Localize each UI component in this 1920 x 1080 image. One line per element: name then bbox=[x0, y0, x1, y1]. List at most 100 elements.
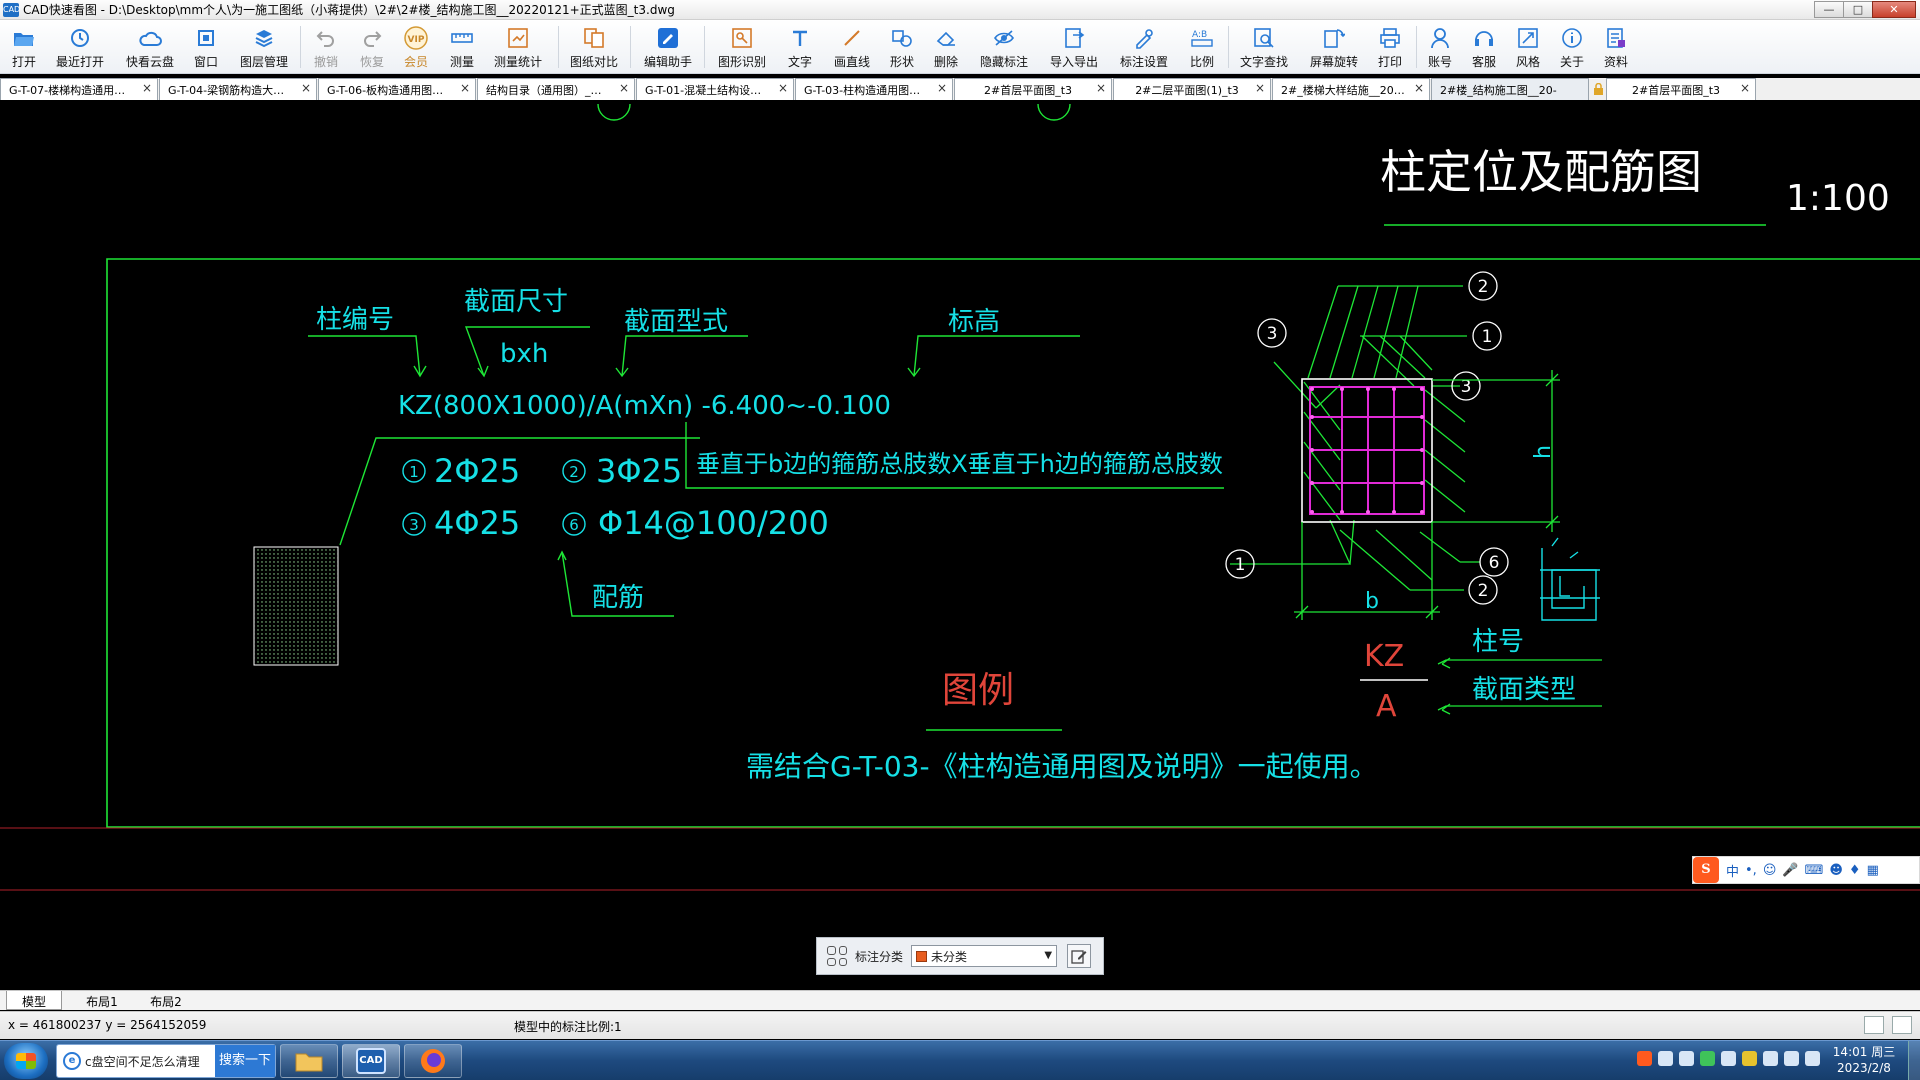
toolbar-edit-assistant-button[interactable]: 编辑助手 bbox=[640, 22, 696, 72]
tray-app-icon[interactable] bbox=[1763, 1051, 1778, 1066]
status-bar: x = 461800237 y = 2564152059 模型中的标注比例:1 bbox=[0, 1011, 1920, 1039]
edit-annotation-button[interactable] bbox=[1067, 944, 1092, 968]
toolbar-vip-button[interactable]: VIP 会员 bbox=[400, 22, 432, 72]
taskbar-firefox-button[interactable] bbox=[404, 1044, 462, 1078]
tray-network-icon[interactable] bbox=[1679, 1051, 1694, 1066]
document-tab[interactable]: 2#首层平面图_t3 × bbox=[1606, 78, 1756, 100]
grid-menu-icon[interactable] bbox=[827, 946, 847, 966]
svg-text:3: 3 bbox=[409, 516, 419, 534]
taskbar-clock[interactable]: 14:01 周三 2023/2/8 bbox=[1824, 1044, 1904, 1076]
tray-volume-icon[interactable] bbox=[1805, 1051, 1820, 1066]
ime-user-icon[interactable]: ☻ bbox=[1829, 863, 1843, 878]
toolbar-open-button[interactable]: 打开 bbox=[4, 22, 44, 72]
tray-cloud-icon[interactable] bbox=[1721, 1051, 1736, 1066]
toolbar-import-export-button[interactable]: 导入导出 bbox=[1046, 22, 1102, 72]
toolbar-shape-button[interactable]: 形状 bbox=[886, 22, 918, 72]
toolbar-compare-button[interactable]: 图纸对比 bbox=[566, 22, 622, 72]
maximize-button[interactable]: □ bbox=[1843, 1, 1873, 18]
toolbar-undo-button[interactable]: 撤销 bbox=[310, 22, 342, 72]
toolbar-cloud-button[interactable]: 快看云盘 bbox=[122, 22, 178, 72]
model-scale-text: 模型中的标注比例:1 bbox=[514, 1020, 622, 1034]
drawing-canvas[interactable]: 柱定位及配筋图 1:100 柱编号 截面尺寸 bxh 截面型式 标高 KZ(80… bbox=[0, 100, 1920, 990]
close-button[interactable]: ✕ bbox=[1872, 1, 1916, 18]
tab-close-icon[interactable]: × bbox=[460, 81, 470, 95]
toolbar-text-button[interactable]: 文字 bbox=[784, 22, 816, 72]
toolbar-account-button[interactable]: 账号 bbox=[1424, 22, 1456, 72]
tray-flag-icon[interactable] bbox=[1784, 1051, 1799, 1066]
taskbar-explorer-button[interactable] bbox=[280, 1044, 338, 1078]
document-tab[interactable]: G-T-06-板构造通用图… × bbox=[318, 78, 476, 100]
toolbar-line-button[interactable]: 画直线 bbox=[830, 22, 874, 72]
svg-text:2: 2 bbox=[569, 463, 579, 481]
toolbar-hide-annotation-button[interactable]: 隐藏标注 bbox=[976, 22, 1032, 72]
ime-punctuation-icon[interactable]: •, bbox=[1745, 863, 1757, 878]
toolbar-print-button[interactable]: 打印 bbox=[1374, 22, 1406, 72]
toolbar-layers-button[interactable]: 图层管理 bbox=[236, 22, 292, 72]
toolbar-window-button[interactable]: 窗口 bbox=[190, 22, 222, 72]
browser-search-box[interactable]: e c盘空间不足怎么清理 搜索一下 bbox=[56, 1044, 276, 1078]
document-tab[interactable]: 2#_楼梯大样结施__20… × bbox=[1272, 78, 1430, 100]
tab-close-icon[interactable]: × bbox=[301, 81, 311, 95]
tab-close-icon[interactable]: × bbox=[1255, 81, 1265, 95]
toolbar-documents-button[interactable]: 资料 bbox=[1600, 22, 1632, 72]
tab-close-icon[interactable]: × bbox=[142, 81, 152, 95]
ime-skin-icon[interactable]: ♦ bbox=[1849, 863, 1861, 878]
show-desktop-button[interactable] bbox=[1908, 1041, 1920, 1080]
tab-close-icon[interactable]: × bbox=[619, 81, 629, 95]
ime-emoji-icon[interactable]: ☺ bbox=[1763, 863, 1777, 878]
status-toggle-button[interactable] bbox=[1864, 1016, 1884, 1034]
layout-tab-1[interactable]: 布局1 bbox=[76, 991, 128, 1010]
tab-close-icon[interactable]: × bbox=[937, 81, 947, 95]
minimize-button[interactable]: — bbox=[1814, 1, 1844, 18]
toolbar-about-button[interactable]: 关于 bbox=[1556, 22, 1588, 72]
ime-grid-icon[interactable]: ▦ bbox=[1867, 863, 1879, 878]
tray-help-icon[interactable] bbox=[1658, 1051, 1673, 1066]
ime-keyboard-icon[interactable]: ⌨ bbox=[1805, 863, 1824, 878]
label-column-number: 柱编号 bbox=[316, 305, 394, 335]
tray-wechat-icon[interactable] bbox=[1700, 1051, 1715, 1066]
document-tab[interactable]: G-T-01-混凝土结构设… × bbox=[636, 78, 794, 100]
document-tab-active[interactable]: 2#楼_结构施工图__20- bbox=[1431, 78, 1589, 100]
title-bar: CAD CAD快速看图 - D:\Desktop\mm个人\为一施工图纸（小蒋提… bbox=[0, 0, 1920, 20]
annotation-category-select[interactable]: 未分类 ▼ bbox=[911, 945, 1058, 967]
dim-b-label: b bbox=[1365, 589, 1379, 614]
text-search-icon bbox=[1251, 25, 1277, 51]
document-tab[interactable]: 2#首层平面图_t3 × bbox=[954, 78, 1112, 100]
toolbar-annotation-settings-button[interactable]: 标注设置 bbox=[1116, 22, 1172, 72]
toolbar-style-button[interactable]: 风格 bbox=[1512, 22, 1544, 72]
toolbar-measure-button[interactable]: 测量 bbox=[446, 22, 478, 72]
status-panel-button[interactable] bbox=[1892, 1016, 1912, 1034]
tab-close-icon[interactable]: × bbox=[1096, 81, 1106, 95]
tab-close-icon[interactable]: × bbox=[1414, 81, 1424, 95]
search-button[interactable]: 搜索一下 bbox=[215, 1045, 275, 1077]
ime-microphone-icon[interactable]: 🎤 bbox=[1782, 863, 1798, 878]
taskbar-cad-button[interactable]: CAD bbox=[342, 1044, 400, 1078]
document-tab[interactable]: G-T-03-柱构造通用图… × bbox=[795, 78, 953, 100]
tab-close-icon[interactable]: × bbox=[1740, 81, 1750, 95]
document-tab[interactable]: 结构目录（通用图）_… × bbox=[477, 78, 635, 100]
toolbar-recent-button[interactable]: 最近打开 bbox=[52, 22, 108, 72]
toolbar-scale-button[interactable]: A:B 比例 bbox=[1186, 22, 1218, 72]
toolbar-text-search-button[interactable]: 文字查找 bbox=[1236, 22, 1292, 72]
toolbar-redo-button[interactable]: 恢复 bbox=[356, 22, 388, 72]
toolbar-measure-stats-button[interactable]: 测量统计 bbox=[490, 22, 546, 72]
tab-close-icon[interactable]: × bbox=[778, 81, 788, 95]
legend-kz: KZ bbox=[1364, 639, 1404, 674]
start-button[interactable] bbox=[4, 1043, 48, 1079]
document-tab[interactable]: G-T-07-楼梯构造通用… × bbox=[0, 78, 158, 100]
ime-mode-chinese[interactable]: 中 bbox=[1726, 861, 1739, 880]
layout-tab-model[interactable]: 模型 bbox=[6, 991, 62, 1010]
tray-security-icon[interactable] bbox=[1742, 1051, 1757, 1066]
layout-tabs: 模型 布局1 布局2 bbox=[0, 990, 1920, 1010]
document-tab[interactable]: G-T-04-梁钢筋构造大… × bbox=[159, 78, 317, 100]
tray-sogou-icon[interactable] bbox=[1637, 1051, 1652, 1066]
search-query-text: c盘空间不足怎么清理 bbox=[85, 1054, 200, 1069]
toolbar-rotate-screen-button[interactable]: 屏幕旋转 bbox=[1306, 22, 1362, 72]
rebar-2: 3Φ25 bbox=[596, 452, 682, 490]
toolbar-support-button[interactable]: 客服 bbox=[1468, 22, 1500, 72]
chevron-down-icon: ▼ bbox=[1044, 950, 1053, 961]
document-tab[interactable]: 2#二层平面图(1)_t3 × bbox=[1113, 78, 1271, 100]
layout-tab-2[interactable]: 布局2 bbox=[140, 991, 192, 1010]
toolbar-shape-recognize-button[interactable]: 图形识别 bbox=[714, 22, 770, 72]
toolbar-delete-button[interactable]: 删除 bbox=[930, 22, 962, 72]
